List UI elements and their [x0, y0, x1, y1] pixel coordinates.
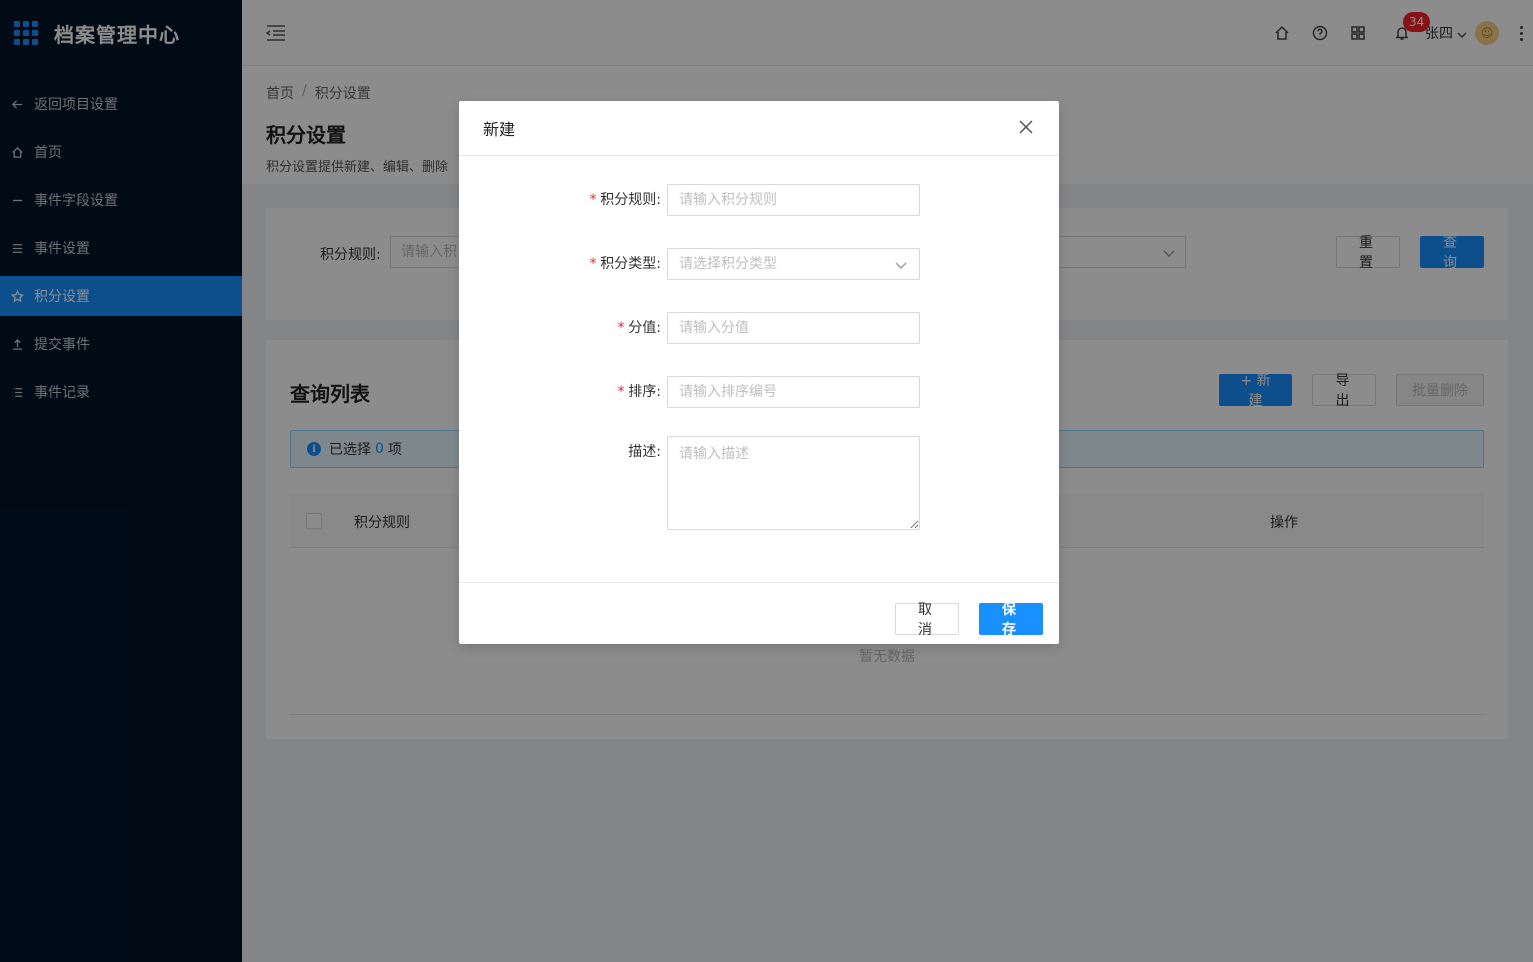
required-mark: *: [588, 256, 598, 272]
desc-label: 描述:: [628, 444, 661, 460]
form-row-desc: 描述:: [459, 436, 1059, 530]
rule-input[interactable]: [667, 184, 920, 216]
type-select-placeholder: 请选择积分类型: [679, 256, 777, 272]
modal-title: 新建: [483, 120, 516, 139]
required-mark: *: [616, 320, 626, 336]
close-icon[interactable]: [1019, 120, 1035, 136]
form-row-type: * 积分类型: 请选择积分类型: [459, 248, 1059, 280]
order-input[interactable]: [667, 376, 920, 408]
form-row-order: * 排序:: [459, 376, 1059, 408]
cancel-button[interactable]: 取消: [895, 602, 959, 638]
modal-header: 新建: [459, 101, 1059, 156]
form-row-rule: * 积分规则:: [459, 184, 1059, 216]
save-button[interactable]: 保存: [979, 602, 1043, 638]
required-mark: *: [588, 192, 598, 208]
required-mark: *: [616, 384, 626, 400]
modal-body: *积分规则: *积分类型: 请选择积分类型 *分值: *排序: 描述:: [459, 156, 1059, 582]
chevron-down-icon: [895, 262, 907, 269]
desc-textarea[interactable]: [667, 436, 920, 530]
new-modal: 新建 *积分规则: *积分类型: 请选择积分类型 *分值: *排序: 描述:: [459, 101, 1059, 644]
order-label: * 排序:: [616, 384, 661, 400]
score-label: * 分值:: [616, 320, 661, 336]
form-row-score: * 分值:: [459, 312, 1059, 344]
score-input[interactable]: [667, 312, 920, 344]
modal-footer: 取消 保存: [459, 582, 1059, 644]
type-label: * 积分类型:: [588, 256, 661, 272]
type-select[interactable]: 请选择积分类型: [667, 248, 920, 280]
rule-label: * 积分规则:: [588, 192, 661, 208]
